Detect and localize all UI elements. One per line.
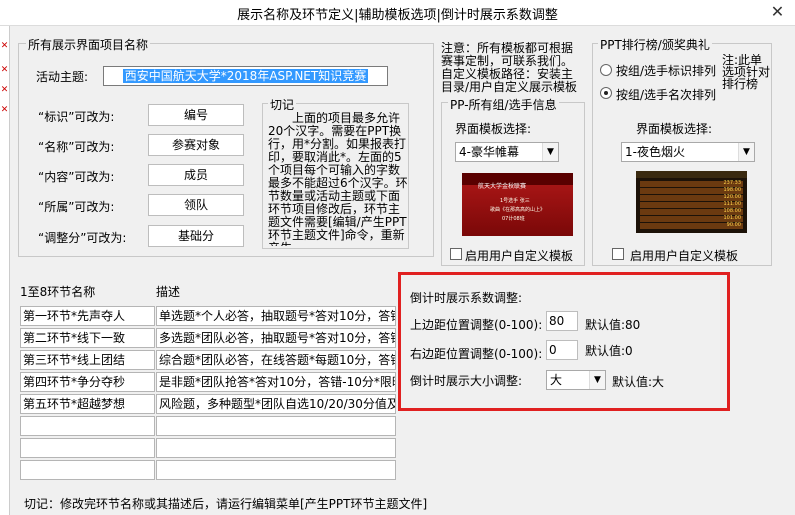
preview-line: 歌曲《在那高高的山上》 [490,207,546,213]
segment-desc-input[interactable]: 风险题，多种题型*团队自选10/20/30分值及题 [156,394,396,414]
segment-name-input[interactable]: 第三环节*线上团结 [20,350,155,370]
segment-desc-header: 描述 [156,285,181,299]
id-rename-input[interactable]: 编号 [148,104,244,126]
right-margin-input[interactable]: 0 [546,340,578,360]
items-group-legend: 所有展示界面项目名称 [26,36,151,53]
notice-text: 注意：所有模板都可根据赛事定制，可联系我们。自定义模板路径：安装主目录/用户自定… [441,42,578,94]
row-label: “所属”可改为: [38,200,115,214]
row-label: “调整分”可改为: [38,231,127,245]
segment-desc-input[interactable]: 单选题*个人必答，抽取题号*答对10分，答错不扣分 [156,306,396,326]
segment-name-input[interactable]: 第五环节*超越梦想 [20,394,155,414]
preview-rank-score: 90.00 [726,222,741,228]
segment-name-input[interactable] [20,460,155,480]
top-margin-label: 上边距位置调整(0-100): [410,318,543,332]
top-margin-default: 默认值:80 [585,318,641,332]
size-label: 倒计时展示大小调整: [410,374,523,388]
theme-input-value: 西安中国航天大学*2018年ASP.NET知识竞赛 [122,69,369,83]
segment-name-input[interactable]: 第二环节*线下一致 [20,328,155,348]
size-select[interactable]: 大 ▼ [546,370,606,390]
row-label: “标识”可改为: [38,110,115,124]
pp-custom-template-checkbox[interactable] [450,248,462,260]
rank-note: 注:此单选项针对排行榜 [722,54,770,91]
rank-group-legend: PPT排行榜/颁奖典礼 [598,36,712,53]
size-select-value: 大 [550,373,563,387]
preview-line: 07计08班 [502,216,525,222]
pp-template-select[interactable]: 4-豪华帷幕 ▼ [455,142,559,162]
pp-template-label: 界面模板选择: [455,122,532,136]
preview-rank-score: 120.00 [723,194,742,200]
title-bar: 展示名称及环节定义|辅助模板选项|倒计时展示系数调整 ✕ [0,0,795,26]
rank-template-value: 1-夜色烟火 [625,145,685,159]
preview-rank-score: 111.00 [723,201,742,207]
window-title: 展示名称及环节定义|辅助模板选项|倒计时展示系数调整 [237,8,558,23]
group-rename-input[interactable]: 领队 [148,194,244,216]
segment-desc-input[interactable]: 综合题*团队必答，在线答题*每题10分，答错不扣分 [156,350,396,370]
row-label: “名称”可改为: [38,140,115,154]
pp-template-value: 4-豪华帷幕 [459,145,519,159]
preview-rank-score: 101.00 [723,215,742,221]
segments-footer: 切记：修改完环节名称或其描述后，请运行编辑菜单[产生PPT环节主题文件] [24,497,428,511]
rank-template-label: 界面模板选择: [636,122,713,136]
rank-custom-template-checkbox[interactable] [612,248,624,260]
preview-title: 航天大学金秋联赛 [478,183,527,190]
preview-rank-score: 198.00 [723,187,742,193]
theme-label: 活动主题: [36,70,89,84]
preview-rank-score: 108.00 [723,208,742,214]
error-icon: ✕ [0,85,9,95]
error-icon: ✕ [0,41,9,51]
rank-by-id-radio[interactable] [600,64,612,76]
rank-by-place-radio[interactable] [600,87,612,99]
segment-name-input[interactable]: 第四环节*争分夺秒 [20,372,155,392]
pp-group-legend: PP-所有组/选手信息 [448,96,559,113]
adjust-rename-input[interactable]: 基础分 [148,225,244,247]
left-strip: ✕ ✕ ✕ ✕ [0,26,10,515]
row-label: “内容”可改为: [38,170,115,184]
content-rename-input[interactable]: 成员 [148,164,244,186]
theme-input[interactable]: 西安中国航天大学*2018年ASP.NET知识竞赛 [103,66,388,86]
right-margin-label: 右边距位置调整(0-100): [410,347,543,361]
remember-text: 上面的项目最多允许20个汉字。需要在PPT换行，用*分割。如果报表打印，要取消此… [268,112,408,246]
countdown-title: 倒计时展示系数调整: [410,291,523,305]
segment-name-input[interactable] [20,416,155,436]
rank-template-preview: 237.33 198.00 120.00 111.00 108.00 101.00 90.0… [636,171,747,233]
rank-template-select[interactable]: 1-夜色烟火 ▼ [621,142,755,162]
rank-by-id-label: 按组/选手标识排列 [616,64,717,78]
segment-name-input[interactable] [20,438,155,458]
rank-custom-template-label: 启用用户自定义模板 [630,249,739,263]
segment-desc-input[interactable] [156,438,396,458]
preview-rank-score: 237.33 [723,180,742,186]
segment-desc-input[interactable]: 多选题*团队必答，抽取题号*答对10分，答错不扣分 [156,328,396,348]
right-margin-default: 默认值:0 [585,344,633,358]
error-icon: ✕ [0,105,9,115]
chevron-down-icon: ▼ [589,371,605,389]
name-rename-input[interactable]: 参赛对象 [148,134,244,156]
chevron-down-icon: ▼ [542,143,558,161]
pp-template-preview: 航天大学金秋联赛 1号选手 张三 歌曲《在那高高的山上》 07计08班 [462,173,573,236]
remember-legend: 切记 [268,96,297,113]
segment-desc-input[interactable] [156,416,396,436]
preview-line: 1号选手 张三 [500,198,530,204]
chevron-down-icon: ▼ [738,143,754,161]
size-default: 默认值:大 [612,375,665,389]
segment-desc-input[interactable]: 是非题*团队抢答*答对10分，答错-10分*限时 [156,372,396,392]
rank-by-place-label: 按组/选手名次排列 [616,88,717,102]
pp-custom-template-label: 启用用户自定义模板 [465,249,574,263]
segment-desc-input[interactable] [156,460,396,480]
top-margin-input[interactable]: 80 [546,311,578,331]
segment-name-input[interactable]: 第一环节*先声夺人 [20,306,155,326]
segment-name-header: 1至8环节名称 [20,285,96,299]
preview-rank-row: 90.00 [640,222,743,229]
close-icon[interactable]: ✕ [760,0,795,26]
error-icon: ✕ [0,65,9,75]
